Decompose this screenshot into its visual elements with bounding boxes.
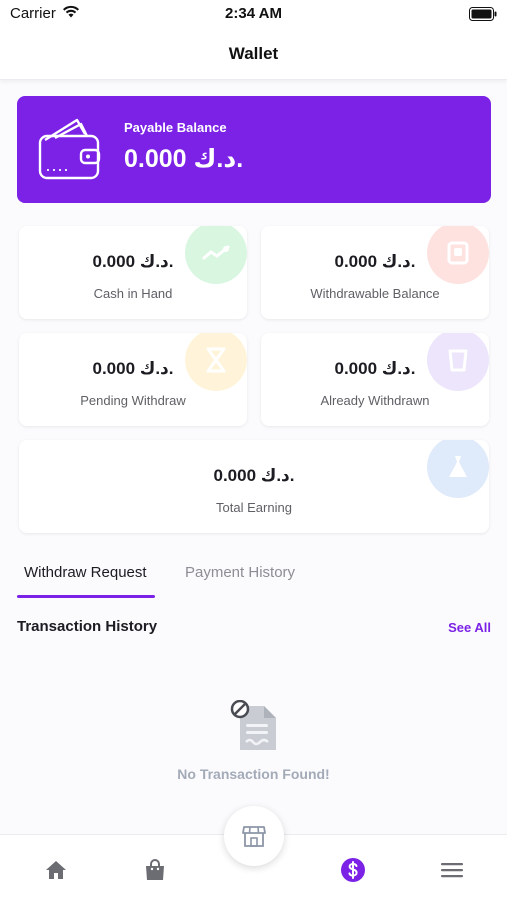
- wallet-icon: [37, 116, 103, 187]
- nav-menu[interactable]: [437, 855, 467, 885]
- menu-icon: [441, 863, 463, 878]
- payable-balance-value: 0.000 د.ك.: [124, 145, 244, 173]
- status-time: 2:34 AM: [225, 5, 282, 22]
- cash-in-hand-value: 0.000 د.ك.: [92, 252, 174, 271]
- pending-withdraw-value: 0.000 د.ك.: [92, 359, 174, 378]
- transaction-history-title: Transaction History: [17, 618, 158, 635]
- nav-wallet[interactable]: [338, 855, 368, 885]
- page-title: Wallet: [228, 44, 279, 63]
- payable-balance-card: Payable Balance 0.000 د.ك.: [17, 96, 491, 203]
- shopping-bag-icon: [146, 859, 164, 880]
- total-earning-label: Total Earning: [216, 500, 292, 515]
- no-transaction-text: No Transaction Found!: [177, 766, 330, 782]
- battery-icon: [469, 7, 497, 26]
- tab-payment-history[interactable]: Payment History: [185, 556, 295, 598]
- withdrawable-balance-label: Withdrawable Balance: [310, 286, 440, 301]
- already-withdrawn-value: 0.000 د.ك.: [334, 359, 416, 378]
- tab-indicator: [17, 595, 155, 598]
- no-transaction-icon: [230, 699, 278, 757]
- cash-in-hand-label: Cash in Hand: [93, 286, 173, 301]
- app-header: Wallet: [0, 28, 507, 80]
- store-button[interactable]: [224, 806, 284, 866]
- pending-withdraw-label: Pending Withdraw: [80, 393, 186, 408]
- tab-withdraw-request[interactable]: Withdraw Request: [24, 556, 147, 598]
- wallet-tabs: Withdraw Request Payment History: [17, 556, 491, 598]
- pending-withdraw-card: 0.000 د.ك. Pending Withdraw: [19, 333, 247, 426]
- withdrawable-balance-card: 0.000 د.ك. Withdrawable Balance: [261, 226, 489, 319]
- status-bar: Carrier 2:34 AM: [0, 0, 507, 28]
- dollar-icon: [341, 858, 365, 882]
- already-withdrawn-card: 0.000 د.ك. Already Withdrawn: [261, 333, 489, 426]
- withdrawable-balance-value: 0.000 د.ك.: [334, 252, 416, 271]
- total-earning-card: 0.000 د.ك. Total Earning: [19, 440, 489, 533]
- cash-in-hand-card: 0.000 د.ك. Cash in Hand: [19, 226, 247, 319]
- see-all-link[interactable]: See All: [448, 620, 491, 635]
- nav-orders[interactable]: [140, 855, 170, 885]
- already-withdrawn-label: Already Withdrawn: [320, 393, 430, 408]
- nav-home[interactable]: [41, 855, 71, 885]
- store-icon: [242, 826, 266, 847]
- total-earning-value: 0.000 د.ك.: [213, 466, 295, 485]
- home-icon: [46, 861, 66, 879]
- payable-balance-label: Payable Balance: [124, 120, 227, 135]
